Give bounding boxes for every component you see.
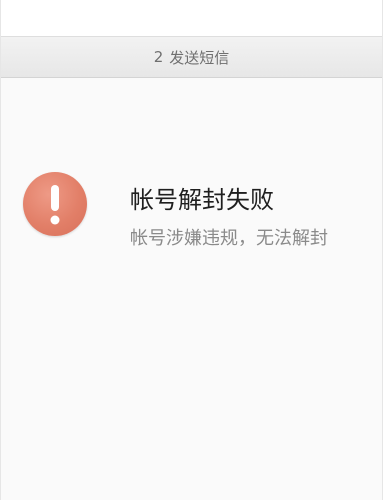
exclamation-warning-icon xyxy=(23,172,87,236)
result-description: 帐号涉嫌违规，无法解封 xyxy=(130,228,328,249)
step-label: 发送短信 xyxy=(169,48,230,67)
top-strip xyxy=(1,0,382,36)
result-title: 帐号解封失败 xyxy=(130,186,274,214)
dialog-frame: 2 发送短信 帐号解封失败 帐号涉嫌违规，无法解封 xyxy=(0,0,383,500)
step-number: 2 xyxy=(153,48,164,66)
step-indicator: 2 发送短信 xyxy=(1,36,382,78)
result-panel: 帐号解封失败 帐号涉嫌违规，无法解封 xyxy=(23,172,363,262)
